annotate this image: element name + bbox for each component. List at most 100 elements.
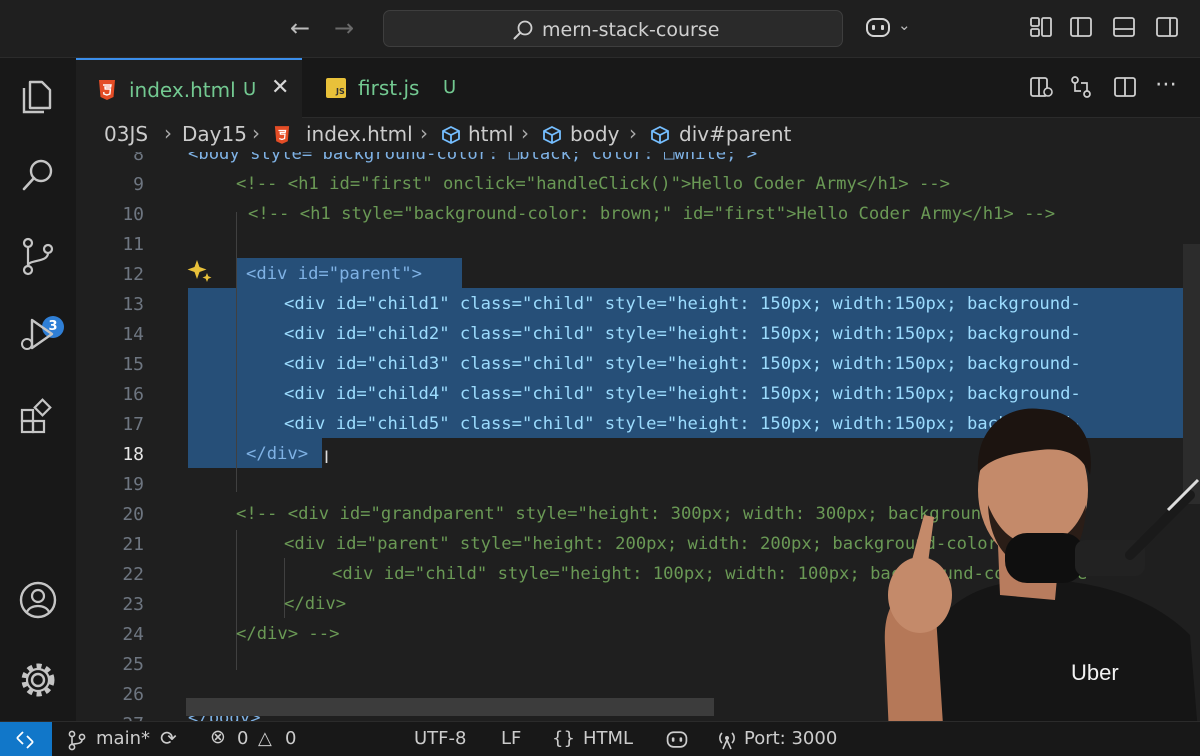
code-line: <div id="parent">	[246, 264, 422, 284]
breadcrumb-symbol[interactable]: body	[570, 122, 619, 146]
chevron-right-icon: ›	[629, 121, 637, 145]
error-icon[interactable]: ⊗	[210, 726, 226, 748]
eol-label[interactable]: LF	[501, 728, 521, 749]
live-server-port[interactable]: Port: 3000	[744, 728, 837, 749]
close-icon[interactable]: ✕	[271, 75, 289, 100]
remote-indicator[interactable]	[0, 722, 52, 756]
forward-arrow-icon[interactable]: →	[334, 14, 354, 42]
code-line: </div>	[246, 444, 309, 464]
line-number: 27	[76, 714, 144, 721]
broadcast-icon	[719, 732, 735, 750]
code-line: <div id="child2" class="child" style="he…	[284, 324, 1081, 344]
command-center-search[interactable]: mern-stack-course	[383, 10, 843, 47]
sparkle-icon[interactable]	[187, 258, 213, 284]
copilot-status-icon[interactable]	[665, 729, 689, 751]
workspace-name: mern-stack-course	[542, 19, 720, 41]
js-icon: JS	[326, 78, 346, 98]
tab-label: index.html	[129, 78, 236, 102]
line-number-current: 18	[122, 444, 144, 465]
line-number: 23	[122, 594, 144, 615]
settings-gear-icon[interactable]	[16, 658, 60, 702]
line-number: 19	[122, 474, 144, 495]
symbol-element-icon	[651, 125, 669, 145]
toggle-secondary-sidebar-icon[interactable]	[1155, 16, 1179, 38]
breadcrumb: 03JS › Day15 › index.html › html › body …	[76, 118, 1200, 152]
tab-label: first.js	[358, 76, 420, 100]
chevron-right-icon: ›	[420, 121, 428, 145]
symbol-element-icon	[442, 125, 460, 145]
extensions-icon[interactable]	[16, 394, 60, 438]
indent-guide	[236, 530, 237, 670]
line-number: 24	[122, 624, 144, 645]
presenter-video: Uber	[884, 408, 1200, 756]
code-line: <!-- <h1 id="first" onclick="handleClick…	[236, 174, 950, 194]
warning-icon[interactable]: △	[258, 728, 272, 749]
line-number: 17	[122, 414, 144, 435]
git-branch-icon	[68, 730, 86, 751]
warning-count[interactable]: 0	[285, 728, 296, 749]
toggle-primary-sidebar-icon[interactable]	[1069, 16, 1093, 38]
breadcrumb-file[interactable]: index.html	[306, 122, 413, 146]
breadcrumb-folder[interactable]: 03JS	[104, 122, 148, 146]
language-mode[interactable]: HTML	[583, 728, 633, 749]
run-and-debug-icon[interactable]	[16, 314, 60, 358]
untracked-indicator: U	[443, 77, 457, 98]
activity-bar: 3	[0, 58, 76, 721]
language-braces-icon: {}	[552, 728, 575, 749]
untracked-indicator: U	[243, 79, 257, 100]
html5-icon	[274, 126, 290, 144]
line-number: 22	[122, 564, 144, 585]
line-number: 12	[122, 264, 144, 285]
breadcrumb-folder[interactable]: Day15	[182, 122, 247, 146]
line-number: 16	[122, 384, 144, 405]
line-number: 10	[122, 204, 144, 225]
code-line: <body style="background-color: □black; c…	[188, 152, 758, 164]
line-number: 9	[133, 174, 144, 195]
status-bar: main* ⟳ ⊗ 0 △ 0 UTF-8 LF {} HTML Port: 3…	[0, 721, 1200, 756]
horizontal-scrollbar[interactable]	[186, 698, 714, 716]
line-number: 20	[122, 504, 144, 525]
breadcrumb-symbol[interactable]: div#parent	[679, 122, 791, 146]
sync-icon[interactable]: ⟳	[160, 726, 177, 750]
more-actions-icon[interactable]: ⋯	[1155, 72, 1178, 97]
line-number: 26	[122, 684, 144, 705]
tab-index-html[interactable]: index.html U ✕	[76, 58, 302, 118]
split-editor-icon[interactable]	[1113, 75, 1137, 99]
line-number: 25	[122, 654, 144, 675]
error-count[interactable]: 0	[237, 728, 248, 749]
chevron-right-icon: ›	[252, 121, 260, 145]
copilot-icon[interactable]	[864, 16, 892, 40]
chevron-down-icon[interactable]: ⌄	[898, 16, 911, 34]
tab-first-js[interactable]: JS first.js U	[302, 58, 502, 118]
breadcrumb-symbol[interactable]: html	[468, 122, 514, 146]
explorer-icon[interactable]	[16, 74, 60, 118]
toggle-panel-icon[interactable]	[1112, 16, 1136, 38]
compare-changes-icon[interactable]	[1069, 75, 1093, 99]
indent-guide	[236, 212, 237, 492]
line-number: 8	[133, 152, 144, 165]
code-line: <div id="child1" class="child" style="he…	[284, 294, 1081, 314]
remote-icon	[16, 731, 34, 749]
search-icon	[513, 20, 533, 40]
line-number: 14	[122, 324, 144, 345]
symbol-element-icon	[543, 125, 561, 145]
code-line: <!-- <h1 style="background-color: brown;…	[248, 204, 1056, 224]
chevron-right-icon: ›	[521, 121, 529, 145]
customize-layout-icon[interactable]	[1029, 16, 1053, 38]
line-number: 21	[122, 534, 144, 555]
search-icon[interactable]	[16, 154, 60, 198]
back-arrow-icon[interactable]: ←	[290, 14, 310, 42]
source-control-icon[interactable]	[16, 234, 60, 278]
text-cursor-icon: I	[324, 448, 330, 468]
title-bar: ← → mern-stack-course ⌄	[0, 0, 1200, 58]
accounts-icon[interactable]	[16, 578, 60, 622]
line-number: 13	[122, 294, 144, 315]
line-number: 11	[122, 234, 144, 255]
open-changes-icon[interactable]	[1029, 75, 1053, 99]
encoding-label[interactable]: UTF-8	[414, 728, 466, 749]
shirt-logo: Uber	[1071, 660, 1119, 685]
svg-text:JS: JS	[335, 87, 345, 96]
git-branch-label[interactable]: main*	[96, 728, 150, 749]
html5-icon	[99, 80, 115, 100]
code-line: <div id="child3" class="child" style="he…	[284, 354, 1081, 374]
